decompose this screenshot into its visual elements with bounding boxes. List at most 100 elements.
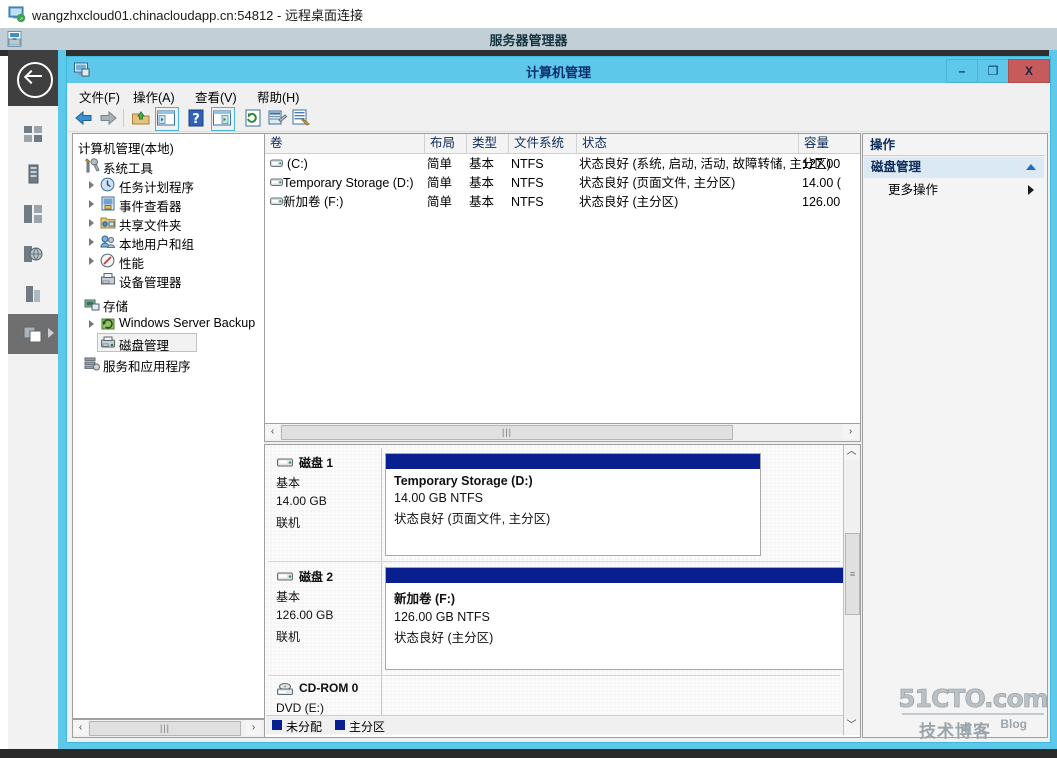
disk-type: DVD (E:)	[276, 701, 324, 715]
cell-layout: 简单	[427, 157, 453, 171]
tree-horizontal-scrollbar[interactable]: ‹ ||| ›	[72, 719, 265, 738]
disk-icon	[277, 458, 293, 467]
maximize-button[interactable]: ❐	[977, 59, 1009, 83]
tree-item-event-viewer-label: 事件查看器	[119, 200, 182, 214]
tree-scroll-left-button[interactable]: ‹	[73, 720, 88, 735]
table-row[interactable]: Temporary Storage (D:) 简单 基本 NTFS 状态良好 (…	[265, 174, 860, 192]
menu-file[interactable]: 文件(F)	[75, 86, 124, 107]
watermark: 51CTO.com 技术博客 Blog	[898, 685, 1049, 742]
rail-item-all-servers[interactable]	[8, 194, 58, 234]
up-folder-icon[interactable]	[131, 108, 151, 128]
rail-header	[8, 50, 58, 106]
partition-details: 新加卷 (F:) 126.00 GB NTFS 状态良好 (主分区)	[386, 583, 843, 669]
show-hide-console-tree-icon[interactable]	[156, 108, 176, 128]
task-scheduler-icon	[100, 177, 115, 192]
partition-block[interactable]: Temporary Storage (D:) 14.00 GB NTFS 状态良…	[385, 453, 761, 556]
server-manager-title: 服务器管理器	[489, 33, 568, 48]
services-apps-icon	[84, 357, 100, 371]
device-manager-icon	[101, 273, 115, 285]
table-row[interactable]: 新加卷 (F:) 简单 基本 NTFS 状态良好 (主分区) 126.00	[265, 193, 860, 211]
back-arrow-icon[interactable]	[17, 62, 53, 98]
graphical-scroll-thumb[interactable]: ≡	[845, 533, 860, 615]
show-hide-action-pane-icon[interactable]	[212, 108, 232, 128]
watermark-line-3: Blog	[1000, 717, 1027, 731]
disk-state: 联机	[276, 516, 301, 530]
minimize-button[interactable]: –	[946, 59, 978, 83]
partition-color-bar	[386, 454, 760, 469]
cell-filesystem: NTFS	[511, 157, 544, 171]
volume-list[interactable]: 卷 布局 类型 文件系统 状态 容量 (C:) 简单 基本 NTFS 状态良好 …	[264, 133, 861, 424]
twisty-icon[interactable]	[89, 181, 94, 189]
rail-item-tools[interactable]	[8, 314, 58, 354]
action-more-actions[interactable]: 更多操作	[864, 180, 1044, 200]
disk-row[interactable]: 磁盘 2 基本 126.00 GB 联机 新加卷 (F:) 126.00 GB …	[268, 562, 844, 676]
column-header-volume[interactable]: 卷	[265, 134, 425, 153]
help-icon[interactable]: ?	[186, 108, 206, 128]
back-icon[interactable]	[74, 108, 94, 128]
legend-label-primary: 主分区	[349, 720, 386, 734]
graphical-scroll-down-button[interactable]: ﹀	[844, 719, 859, 734]
chevron-right-icon	[48, 328, 54, 338]
forward-icon[interactable]	[98, 108, 118, 128]
menu-action[interactable]: 操作(A)	[129, 86, 179, 107]
cell-capacity: 126.00	[802, 195, 841, 209]
cell-volume: Temporary Storage (D:)	[283, 176, 414, 190]
server-icon	[28, 164, 39, 184]
backup-icon	[101, 318, 115, 330]
column-header-type[interactable]: 类型	[467, 134, 509, 153]
tree-item-local-users-groups-label: 本地用户和组	[119, 238, 195, 252]
export-list-icon[interactable]	[291, 108, 311, 128]
column-header-status[interactable]: 状态	[577, 134, 799, 153]
menu-bar: 文件(F) 操作(A) 查看(V) 帮助(H)	[67, 83, 1050, 105]
chevron-up-icon[interactable]	[1026, 164, 1036, 170]
disk-row[interactable]: 磁盘 1 基本 14.00 GB 联机 Temporary Storage (D…	[268, 448, 840, 562]
volume-scroll-thumb[interactable]: |||	[281, 425, 733, 440]
graphical-disk-view[interactable]: 磁盘 1 基本 14.00 GB 联机 Temporary Storage (D…	[264, 444, 861, 738]
rail-item-services[interactable]	[8, 274, 58, 314]
globe-server-icon	[24, 246, 43, 262]
volume-list-horizontal-scrollbar[interactable]: ‹ ||| ›	[264, 423, 861, 442]
twisty-icon[interactable]	[89, 257, 94, 265]
legend-swatch-primary	[335, 720, 345, 730]
toolbar: ?	[67, 105, 1050, 132]
partition-block[interactable]: 新加卷 (F:) 126.00 GB NTFS 状态良好 (主分区)	[385, 567, 844, 670]
volume-scroll-left-button[interactable]: ‹	[265, 424, 280, 439]
column-header-filesystem[interactable]: 文件系统	[509, 134, 577, 153]
partition-title: Temporary Storage (D:)	[394, 474, 533, 488]
refresh-icon[interactable]	[243, 108, 263, 128]
column-header-capacity[interactable]: 容量	[799, 134, 860, 153]
menu-view[interactable]: 查看(V)	[191, 86, 241, 107]
graphical-view-vertical-scrollbar[interactable]: ︿ ≡ ﹀	[843, 445, 860, 735]
mmc-title-text: 计算机管理	[525, 65, 591, 80]
legend-label-unallocated: 未分配	[286, 720, 323, 734]
tree-scroll-right-button[interactable]: ›	[246, 720, 261, 735]
volume-icon	[270, 178, 283, 186]
properties-icon[interactable]	[267, 108, 287, 128]
rail-item-file-and-storage[interactable]	[8, 234, 58, 274]
rail-item-local-server[interactable]	[8, 154, 58, 194]
twisty-icon[interactable]	[89, 200, 94, 208]
disk-name: CD-ROM 0	[299, 681, 359, 695]
server-manager-band: 服务器管理器	[0, 28, 1057, 51]
twisty-icon[interactable]	[89, 219, 94, 227]
graphical-scroll-up-button[interactable]: ︿	[844, 445, 859, 460]
tree-scroll-thumb[interactable]: |||	[89, 721, 241, 736]
close-button[interactable]: X	[1008, 59, 1050, 83]
table-row[interactable]: (C:) 简单 基本 NTFS 状态良好 (系统, 启动, 活动, 故障转储, …	[265, 155, 860, 173]
volume-scroll-right-button[interactable]: ›	[843, 424, 858, 439]
column-header-layout[interactable]: 布局	[425, 134, 467, 153]
partition-color-bar	[386, 568, 843, 583]
local-users-groups-icon	[100, 235, 116, 248]
disk-management-icon	[101, 336, 115, 348]
cell-volume: (C:)	[287, 157, 308, 171]
console-tree-pane[interactable]: 计算机管理(本地) 系统工具 任务计划程序 事件查看器 共享文件夹 本地用户和组…	[72, 133, 265, 719]
rail-item-dashboard[interactable]	[8, 114, 58, 154]
desktop-bottom-shadow	[0, 749, 1057, 758]
legend-swatch-unallocated	[272, 720, 282, 730]
event-viewer-icon	[101, 196, 115, 211]
menu-help[interactable]: 帮助(H)	[253, 86, 303, 107]
actions-group-disk-management[interactable]: 磁盘管理	[864, 157, 1044, 178]
twisty-icon[interactable]	[89, 238, 94, 246]
twisty-icon[interactable]	[89, 320, 94, 328]
cell-layout: 简单	[427, 195, 453, 209]
